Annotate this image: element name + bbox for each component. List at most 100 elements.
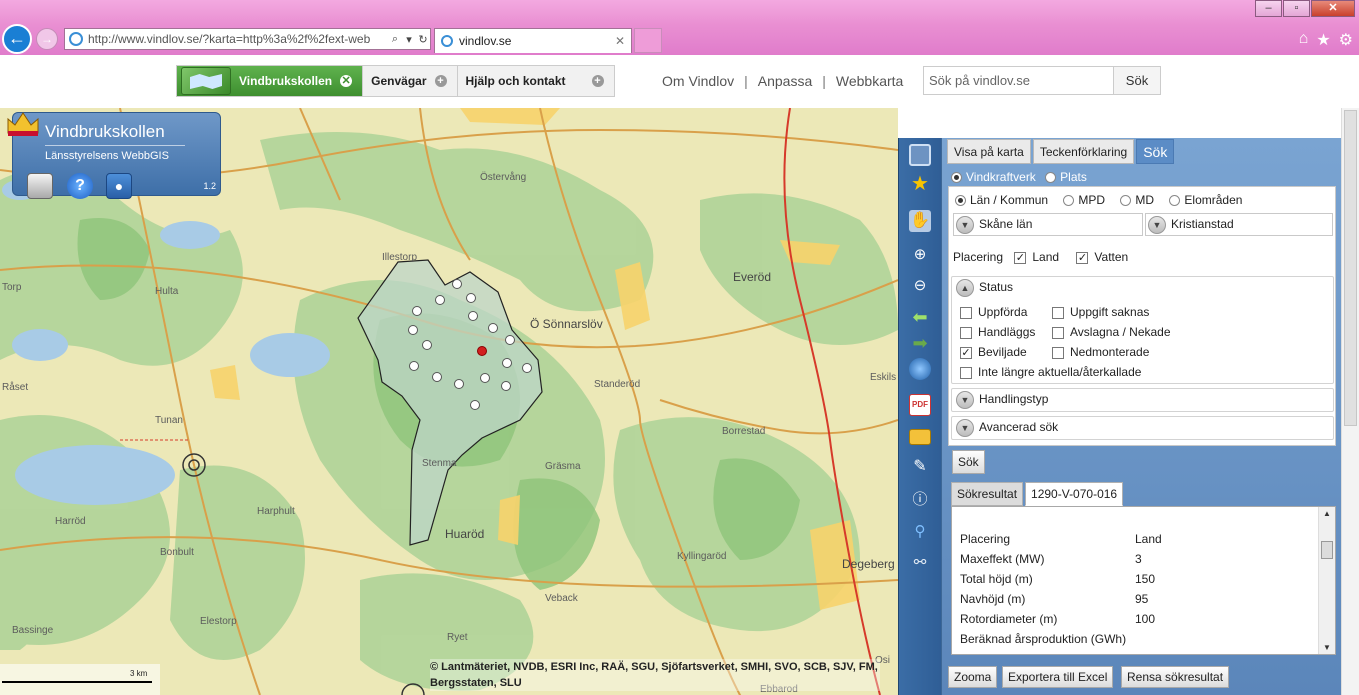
menu-genvagar[interactable]: Genvägar +	[363, 66, 458, 96]
new-tab-button[interactable]	[634, 28, 662, 53]
scroll-down-icon[interactable]: ▼	[1319, 643, 1335, 652]
checkbox[interactable]	[960, 326, 972, 339]
status-item[interactable]: Handläggs	[960, 325, 1035, 339]
tab-visa-pa-karta[interactable]: Visa på karta	[947, 139, 1031, 164]
result-key: Total höjd (m)	[960, 572, 1033, 586]
checkbox-vatten[interactable]: ✓	[1076, 251, 1089, 264]
search-button[interactable]: Sök	[952, 450, 985, 474]
plus-circle-icon[interactable]: +	[591, 75, 604, 87]
user-icon[interactable]: ●	[106, 173, 132, 199]
map-canvas[interactable]: Östervång Illestorp Hulta Torp Everöd Ö …	[0, 108, 898, 695]
county-value: Skåne län	[979, 217, 1033, 231]
checkbox[interactable]	[1052, 346, 1064, 359]
link-icon[interactable]: ⚯	[909, 552, 931, 574]
card-icon[interactable]	[909, 429, 931, 445]
settings-gear-icon[interactable]: ⚙	[1339, 30, 1353, 50]
tab-sok[interactable]: Sök	[1136, 139, 1175, 164]
site-search-input[interactable]: Sök på vindlov.se	[923, 66, 1114, 95]
link-webbkarta[interactable]: Webbkarta	[836, 73, 903, 89]
handlingstyp-group[interactable]: ▼ Handlingstyp	[951, 388, 1334, 412]
favorites-star-icon[interactable]: ★	[909, 173, 931, 195]
export-excel-button[interactable]: Exportera till Excel	[1002, 666, 1114, 688]
county-select[interactable]: ▼ Skåne län	[953, 213, 1143, 236]
checkbox[interactable]	[960, 306, 972, 319]
help-icon[interactable]: ?	[67, 173, 93, 199]
status-item[interactable]: Uppförda	[960, 305, 1027, 319]
radio-lan-kommun[interactable]	[955, 195, 966, 207]
status-item[interactable]: Nedmonterade	[1052, 345, 1149, 359]
status-item[interactable]: Uppgift saknas	[1052, 305, 1149, 319]
minimize-button[interactable]: –	[1255, 0, 1282, 17]
pencil-icon[interactable]: ✎	[909, 456, 931, 478]
result-value: Land	[1135, 532, 1162, 546]
back-button[interactable]: ←	[2, 24, 32, 54]
scroll-up-icon[interactable]: ▲	[1319, 509, 1335, 518]
menu-label: Vindbrukskollen	[239, 74, 333, 88]
status-item[interactable]: Avslagna / Nekade	[1052, 325, 1171, 339]
plus-circle-icon[interactable]: +	[434, 75, 447, 87]
site-search-button[interactable]: Sök	[1113, 66, 1161, 95]
checkbox-land[interactable]: ✓	[1014, 251, 1027, 264]
zoom-out-icon[interactable]: ⊖	[909, 275, 931, 297]
close-tab-icon[interactable]: ✕	[615, 34, 625, 48]
address-text[interactable]: http://www.vindlov.se/?karta=http%3a%2f%…	[88, 32, 388, 46]
radio-elomraden[interactable]	[1169, 195, 1181, 207]
print-icon[interactable]	[27, 173, 53, 199]
forward-arrow-icon[interactable]: ➡	[909, 332, 931, 354]
status-item[interactable]: Inte längre aktuella/återkallade	[960, 365, 1141, 379]
page-scrollbar[interactable]	[1341, 108, 1359, 695]
maximize-button[interactable]: ▫	[1283, 0, 1310, 17]
radio-md[interactable]	[1120, 195, 1132, 207]
checkbox[interactable]	[1052, 306, 1064, 319]
info-pin-icon[interactable]: ⓘ	[909, 489, 931, 511]
full-extent-icon[interactable]	[909, 144, 931, 166]
address-bar[interactable]: http://www.vindlov.se/?karta=http%3a%2f%…	[64, 28, 431, 50]
result-value: 100	[1135, 612, 1156, 626]
avancerad-group[interactable]: ▼ Avancerad sök	[951, 416, 1334, 440]
pdf-icon[interactable]: PDF	[909, 394, 931, 416]
map-attribution: © Lantmäteriet, NVDB, ESRI Inc, RAÄ, SGU…	[430, 659, 880, 691]
zooma-button[interactable]: Zooma	[948, 666, 998, 688]
status-item[interactable]: ✓ Beviljade	[960, 345, 1027, 359]
scroll-thumb[interactable]	[1321, 541, 1333, 559]
back-arrow-icon[interactable]: ⬅	[909, 306, 931, 328]
zoom-in-icon[interactable]: ⊕	[909, 244, 931, 266]
checkbox[interactable]	[960, 366, 972, 379]
radio-mpd[interactable]	[1063, 195, 1075, 207]
clear-results-button[interactable]: Rensa sökresultat	[1121, 666, 1230, 688]
browser-tab[interactable]: vindlov.se ✕	[434, 28, 632, 53]
globe-icon[interactable]	[909, 358, 931, 380]
tab-teckenforklaring[interactable]: Teckenförklaring	[1032, 139, 1135, 164]
search-icon[interactable]: ⌕	[388, 33, 402, 46]
close-window-button[interactable]: ✕	[1311, 0, 1355, 17]
result-value: 95	[1135, 592, 1149, 606]
menu-vindbrukskollen[interactable]: Vindbrukskollen ✕	[177, 66, 364, 96]
radio-vindkraftverk[interactable]	[951, 172, 962, 184]
close-circle-icon[interactable]: ✕	[340, 75, 353, 87]
link-om-vindlov[interactable]: Om Vindlov	[662, 73, 734, 89]
radio-plats[interactable]	[1045, 172, 1057, 184]
svg-text:Huaröd: Huaröd	[445, 527, 484, 541]
home-icon[interactable]: ⌂	[1299, 30, 1309, 50]
checkbox-checked[interactable]: ✓	[960, 346, 972, 359]
scale-line	[2, 681, 152, 683]
page-scroll-thumb[interactable]	[1344, 110, 1357, 426]
menu-hjalp[interactable]: Hjälp och kontakt +	[458, 66, 614, 96]
checkbox-label: Avslagna / Nekade	[1070, 325, 1171, 339]
municipality-select[interactable]: ▼ Kristianstad	[1145, 213, 1333, 236]
refresh-icon[interactable]: ↻	[416, 33, 430, 46]
result-key: Maxeffekt (MW)	[960, 552, 1045, 566]
checkbox-label: Inte längre aktuella/återkallade	[978, 365, 1142, 379]
favorites-star-icon[interactable]: ★	[1316, 30, 1330, 50]
dropdown-icon[interactable]: ▾	[402, 33, 416, 46]
forward-button[interactable]: →	[36, 28, 58, 50]
tab-result-id[interactable]: 1290-V-070-016	[1025, 482, 1124, 506]
pan-hand-icon[interactable]: ✋	[909, 210, 931, 232]
result-scrollbar[interactable]: ▲ ▼	[1318, 507, 1335, 654]
link-anpassa[interactable]: Anpassa	[758, 73, 812, 89]
status-header[interactable]: ▲ Status	[956, 279, 1013, 297]
tab-sokresultat[interactable]: Sökresultat	[951, 482, 1024, 506]
result-value	[1135, 629, 1162, 649]
checkbox[interactable]	[1052, 326, 1064, 339]
measure-icon[interactable]: ⚲	[909, 521, 931, 543]
